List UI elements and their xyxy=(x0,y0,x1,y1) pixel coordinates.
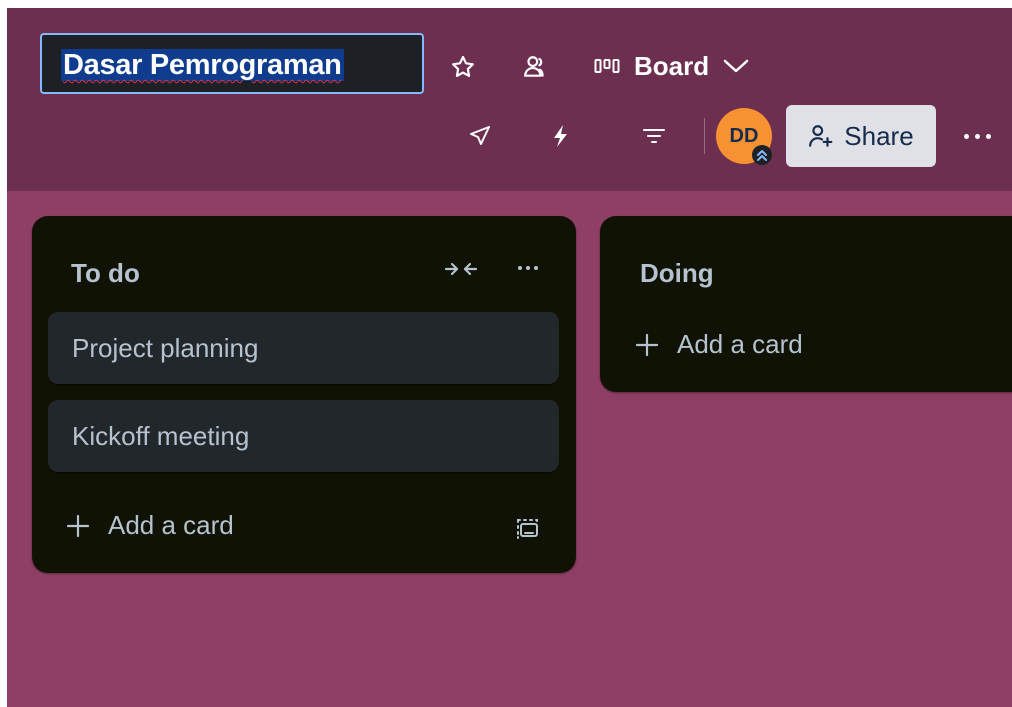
add-member-icon xyxy=(809,125,833,147)
more-icon xyxy=(963,133,969,139)
automation-icon xyxy=(554,125,567,147)
chevrons-up-icon xyxy=(757,150,767,161)
plus-icon xyxy=(635,333,659,356)
chevron-down-icon xyxy=(723,59,749,73)
list-todo: To do Project planning Kickoff meeting A… xyxy=(32,216,576,573)
power-ups-button[interactable] xyxy=(465,121,495,151)
add-card-button[interactable]: Add a card xyxy=(66,510,234,541)
list-title[interactable]: Doing xyxy=(640,258,714,289)
board-app: Dasar Pemrograman Board DD Share To do P… xyxy=(7,8,1012,707)
admin-badge xyxy=(752,145,772,165)
filter-icon xyxy=(643,129,665,143)
power-ups-icon xyxy=(470,126,490,145)
create-from-template-button[interactable] xyxy=(515,516,541,547)
share-button[interactable]: Share xyxy=(786,105,936,167)
plus-icon xyxy=(66,514,90,537)
list-title[interactable]: To do xyxy=(71,258,140,289)
members-icon xyxy=(524,56,544,77)
avatar-initials: DD xyxy=(729,124,759,147)
board-view-label: Board xyxy=(634,50,710,81)
star-icon xyxy=(452,55,474,77)
filter-button[interactable] xyxy=(639,121,669,151)
board-view-switcher[interactable]: Board xyxy=(594,48,749,84)
share-label: Share xyxy=(844,120,914,151)
star-button[interactable] xyxy=(448,52,478,82)
card-title: Kickoff meeting xyxy=(72,420,250,451)
template-icon xyxy=(517,519,538,539)
board-title-text: Dasar Pemrograman xyxy=(61,49,344,81)
more-icon xyxy=(518,266,522,270)
board-menu-button[interactable] xyxy=(957,120,997,152)
list-actions-button[interactable] xyxy=(516,266,540,270)
board-title-input[interactable]: Dasar Pemrograman xyxy=(40,33,424,94)
board-header: Dasar Pemrograman Board DD Share xyxy=(7,8,1012,191)
collapse-icon xyxy=(444,262,478,276)
add-card-label: Add a card xyxy=(108,510,234,540)
automation-button[interactable] xyxy=(545,121,575,151)
card[interactable]: Project planning xyxy=(48,312,559,384)
header-divider xyxy=(704,118,705,154)
visibility-button[interactable] xyxy=(520,52,550,82)
add-card-button[interactable]: Add a card xyxy=(635,329,803,360)
collapse-list-button[interactable] xyxy=(444,260,478,283)
add-card-label: Add a card xyxy=(677,329,803,359)
card[interactable]: Kickoff meeting xyxy=(48,400,559,472)
board-view-icon xyxy=(594,59,620,73)
card-title: Project planning xyxy=(72,332,259,363)
list-doing: Doing Add a card xyxy=(600,216,1012,392)
